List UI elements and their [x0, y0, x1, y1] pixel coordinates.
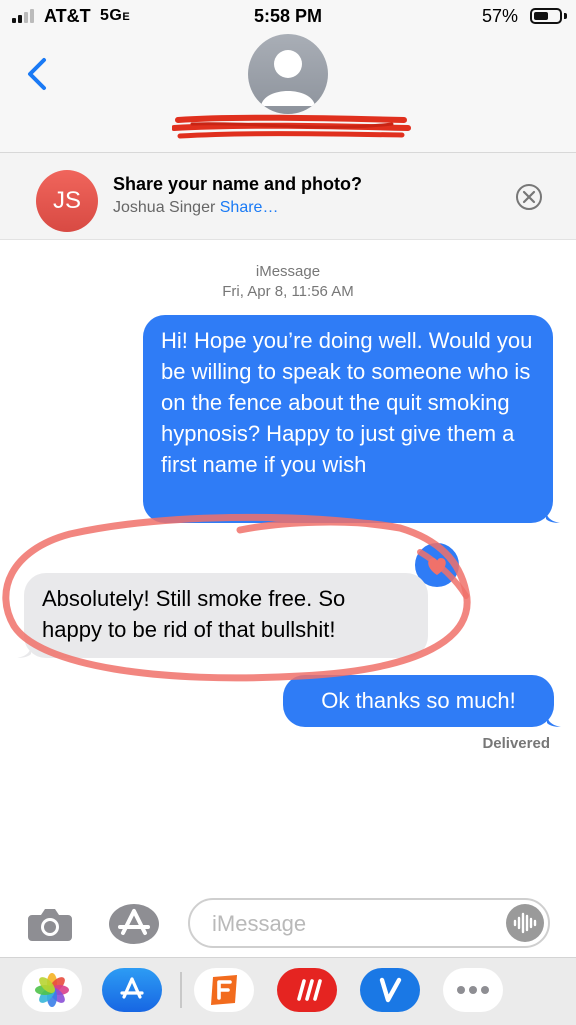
- bubble-tail: [546, 509, 560, 523]
- contact-avatar[interactable]: [248, 34, 328, 114]
- message-input-field[interactable]: [188, 898, 550, 948]
- camera-icon[interactable]: [26, 905, 74, 943]
- close-icon[interactable]: [515, 183, 543, 211]
- more-icon[interactable]: [443, 968, 503, 1012]
- message-timestamp: Fri, Apr 8, 11:56 AM: [222, 283, 354, 300]
- message-input[interactable]: [210, 908, 494, 940]
- service-label: iMessage: [255, 263, 321, 280]
- battery-percent: 57%: [481, 6, 518, 26]
- received-message-bubble[interactable]: Absolutely! Still smoke free. So happy t…: [24, 573, 428, 658]
- venmo-icon[interactable]: [360, 968, 420, 1012]
- photos-icon[interactable]: [22, 968, 82, 1012]
- back-chevron-icon[interactable]: [24, 56, 54, 92]
- sent-message-bubble[interactable]: Hi! Hope you’re doing well. Would you be…: [143, 315, 553, 523]
- share-banner-subtitle: Joshua Singer Share…: [113, 199, 278, 217]
- sent-message-bubble[interactable]: Ok thanks so much!: [283, 675, 554, 727]
- redaction-scribble: [172, 114, 411, 139]
- battery-nub: [564, 13, 567, 19]
- delivery-receipt: Delivered: [482, 735, 550, 752]
- app-store-button-icon[interactable]: [108, 903, 160, 945]
- thread-header: iMessage Fri, Apr 8, 11:56 AM: [0, 262, 576, 302]
- share-banner-title: Share your name and photo?: [113, 174, 363, 194]
- audio-message-icon[interactable]: [506, 904, 544, 942]
- my-avatar: JS: [36, 170, 98, 232]
- share-link[interactable]: Share…: [220, 199, 279, 216]
- digital-touch-icon[interactable]: [277, 968, 337, 1012]
- bubble-tail: [17, 644, 31, 658]
- person-silhouette-icon: [261, 50, 315, 106]
- my-name: Joshua Singer: [113, 199, 216, 216]
- battery-icon: [530, 8, 562, 24]
- app-store-icon[interactable]: [102, 968, 162, 1012]
- bubble-tail: [547, 713, 561, 727]
- drawer-divider: [180, 972, 182, 1008]
- fandango-icon[interactable]: [194, 968, 254, 1012]
- status-bar: AT&T 5GE 5:58 PM 57%: [0, 0, 576, 34]
